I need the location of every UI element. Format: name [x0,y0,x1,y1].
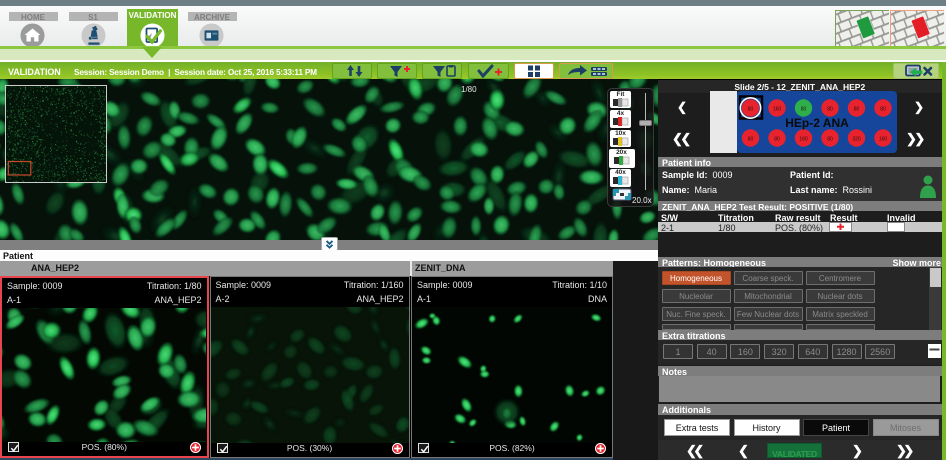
svg-text:80: 80 [827,107,833,113]
svg-text:80: 80 [801,107,807,113]
svg-text:80: 80 [827,137,833,143]
svg-text:80: 80 [854,107,860,113]
svg-text:320: 320 [852,137,861,143]
svg-text:160: 160 [879,137,888,143]
svg-text:80: 80 [748,107,754,113]
svg-text:80: 80 [880,107,886,113]
svg-text:160: 160 [773,107,782,113]
svg-text:HEp-2 ANA: HEp-2 ANA [785,116,849,130]
svg-text:160: 160 [799,137,808,143]
svg-text:80: 80 [748,137,754,143]
svg-text:80: 80 [774,137,780,143]
